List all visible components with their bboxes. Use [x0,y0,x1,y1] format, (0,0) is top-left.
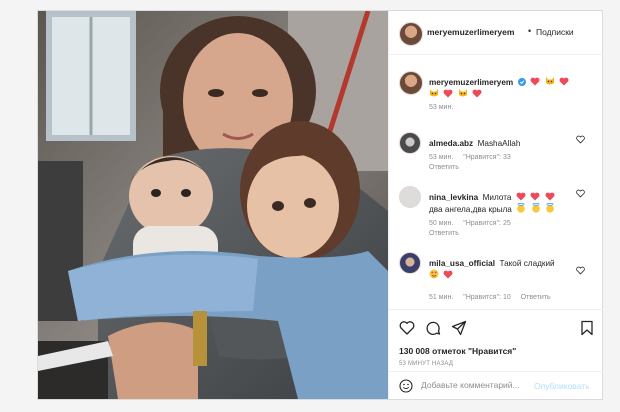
author-avatar[interactable] [399,22,423,46]
comment-like-icon[interactable] [576,266,585,275]
reply-button[interactable]: Ответить [429,164,459,171]
comment-time[interactable]: 51 мин. [429,294,453,301]
post-header: meryemuzerlimeryem • Подписки [389,11,603,55]
comment-likes[interactable]: "Нравится": 33 [463,154,511,161]
post-time[interactable]: 53 МИНУТ НАЗАД [399,361,453,367]
comment-time[interactable]: 53 мин. [429,154,453,161]
commenter-avatar[interactable] [399,252,421,274]
comment-like-icon[interactable] [576,189,585,198]
comment-text: Такой сладкий [499,259,555,268]
heart-emoji-icon [443,270,453,279]
angel-emoji-icon [546,203,555,213]
add-comment-bar: Опубликовать [389,371,603,400]
comment-text-line2: два ангела,два крыла [429,205,512,214]
likes-count[interactable]: 130 008 отметок "Нравится" [399,346,516,356]
reply-button[interactable]: Ответить [521,294,551,301]
comment-like-icon[interactable] [576,135,585,144]
comment-input[interactable] [421,380,526,390]
publish-button[interactable]: Опубликовать [534,381,590,391]
reply-button[interactable]: Ответить [429,230,459,237]
cat-face-emoji-icon [458,89,467,97]
comment-likes[interactable]: "Нравится": 25 [463,220,511,227]
author-username[interactable]: meryemuzerlimeryem [427,27,514,37]
cat-face-emoji-icon [545,77,554,85]
separator-dot: • [528,26,532,36]
commenter-avatar[interactable] [399,132,421,154]
comment-text: MashaAllah [477,139,521,148]
comment-bubble-icon[interactable] [425,320,441,336]
following-button[interactable]: Подписки [536,27,574,37]
save-bookmark-icon[interactable] [579,320,595,336]
like-heart-icon[interactable] [399,320,415,336]
post-side-panel: meryemuzerlimeryem • Подписки meryemuzer… [388,11,603,399]
share-plane-icon[interactable] [451,320,467,336]
commenter-username[interactable]: almeda.abz [429,139,473,148]
comment-likes[interactable]: "Нравится": 10 [463,294,511,301]
cat-face-emoji-icon [430,89,438,97]
heart-emoji-icon [559,77,569,86]
angel-emoji-icon [531,203,540,213]
post-actions: 130 008 отметок "Нравится" 53 МИНУТ НАЗА… [389,309,603,400]
angel-emoji-icon [517,203,526,213]
emoji-smiley-icon[interactable] [399,379,413,393]
commenter-avatar[interactable] [399,186,421,208]
heart-eyes-emoji-icon [429,269,439,279]
heart-emoji-icon [443,89,453,98]
post-photo[interactable] [38,11,388,399]
heart-emoji-icon [472,89,482,98]
caption-time[interactable]: 53 мин. [429,104,453,111]
post-photo-image [38,11,388,399]
caption-avatar[interactable] [399,71,423,95]
instagram-post-frame: meryemuzerlimeryem • Подписки meryemuzer… [37,10,603,400]
heart-emoji-icon [530,77,540,86]
verified-badge-icon [517,78,526,86]
comment-time[interactable]: 50 мин. [429,220,453,227]
